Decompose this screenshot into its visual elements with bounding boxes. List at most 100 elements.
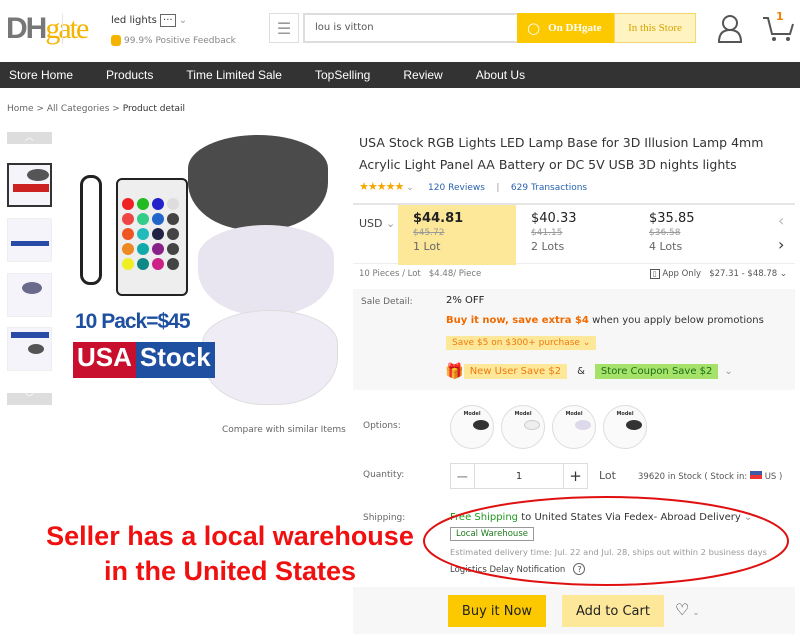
thumbnail-2[interactable] <box>7 218 52 262</box>
sale-detail-panel: Sale Detail: 2% OFF Buy it now, save ext… <box>353 289 795 390</box>
search-on-dhgate-button[interactable]: ○ On DHgate <box>517 13 614 43</box>
chat-icon[interactable]: ··· <box>160 14 176 27</box>
currency-select[interactable]: USD ⌄ <box>359 211 395 271</box>
search-icon: ○ <box>527 19 541 37</box>
user-icon[interactable] <box>716 13 744 43</box>
chevron-down-icon[interactable]: ⌄ <box>724 366 732 377</box>
coupons-row: 🎁 New User Save $2 & Store Coupon Save $… <box>445 362 733 380</box>
price-tier-1[interactable]: $44.81 $45.72 1 Lot <box>398 205 516 265</box>
option-label: Model <box>514 411 532 417</box>
option-2[interactable]: Model <box>501 405 545 449</box>
menu-button[interactable]: ☰ <box>269 13 299 43</box>
annotation-line-1: Seller has a local warehouse <box>46 521 414 551</box>
tier-original-price: $36.58 <box>649 228 681 238</box>
promo-pack-text: 10 Pack=$45 <box>75 310 191 333</box>
gift-icon: 🎁 <box>445 362 464 380</box>
breadcrumb-sep: > <box>36 104 44 114</box>
nav-time-limited-sale[interactable]: Time Limited Sale <box>186 68 282 82</box>
thumb-down-button[interactable]: ﹀ <box>7 393 52 405</box>
tier-price: $35.85 <box>649 211 695 226</box>
transactions-link[interactable]: Transactions <box>531 183 587 193</box>
discount-text: 2% OFF <box>446 295 485 306</box>
tier-price: $44.81 <box>413 211 464 226</box>
buy-now-button[interactable]: Buy it Now <box>448 595 546 627</box>
compare-link[interactable]: Compare with similar Items <box>222 425 346 435</box>
sale-detail-label: Sale Detail: <box>361 297 413 307</box>
pieces-per-lot: 10 Pieces / Lot <box>359 269 421 279</box>
chevron-left-icon[interactable]: ‹ <box>778 211 784 230</box>
currency-label: USD <box>359 217 383 230</box>
wishlist-heart-icon[interactable]: ♡ ⌄ <box>675 600 700 619</box>
chevron-right-icon[interactable]: › <box>778 235 784 254</box>
tier-original-price: $41.15 <box>531 228 563 238</box>
product-title: USA Stock RGB Lights LED Lamp Base for 3… <box>359 135 764 172</box>
main-product-image[interactable]: 10 Pack=$45 USA Stock <box>70 130 350 410</box>
breadcrumb-current: Product detail <box>122 104 186 114</box>
add-to-cart-button[interactable]: Add to Cart <box>562 595 664 627</box>
quantity-stepper: − 1 + <box>450 463 588 489</box>
nav-about-us[interactable]: About Us <box>476 68 525 82</box>
usa-text: USA <box>73 342 136 378</box>
price-tiers: USD ⌄ $44.81 $45.72 1 Lot $40.33 $41.15 2 Lo… <box>353 203 795 265</box>
reviews-link[interactable]: Reviews <box>448 183 485 193</box>
cart-count: 1 <box>776 10 784 23</box>
rating-row: ★★★★★ ⌄ 120 Reviews | 629 Transactions <box>359 180 587 193</box>
coupon-text: Save $5 on $300+ purchase <box>452 338 580 348</box>
transactions-count[interactable]: 629 <box>511 183 528 193</box>
option-4[interactable]: Model <box>603 405 647 449</box>
feedback-badge-icon <box>111 35 121 46</box>
decrement-button[interactable]: − <box>451 464 475 488</box>
coupon-chip[interactable]: Save $5 on $300+ purchase ⌄ <box>446 336 597 350</box>
annotation-line-2: in the United States <box>103 556 357 586</box>
reviews-count[interactable]: 120 <box>428 183 445 193</box>
remote-control <box>116 178 188 296</box>
stock-text: Stock <box>135 342 215 378</box>
price-tier-2[interactable]: $40.33 $41.15 2 Lots <box>531 205 641 265</box>
nav-products[interactable]: Products <box>106 68 153 82</box>
nav-store-home[interactable]: Store Home <box>9 68 73 82</box>
breadcrumb: Home > All Categories > Product detail <box>7 104 185 114</box>
usa-stock-banner: USA Stock <box>73 342 215 378</box>
divider <box>62 14 63 44</box>
breadcrumb-all-categories[interactable]: All Categories <box>47 104 110 114</box>
nav-topselling[interactable]: TopSelling <box>315 68 370 82</box>
on-dhgate-label: On DHgate <box>548 22 602 34</box>
phone-icon: ▯ <box>649 269 660 279</box>
promo-text: when you apply below promotions <box>592 315 764 326</box>
option-3[interactable]: Model <box>552 405 596 449</box>
separator: | <box>496 183 500 193</box>
thumbnail-1[interactable] <box>7 163 52 207</box>
annotation-ellipse <box>423 496 789 586</box>
chevron-down-icon[interactable]: ⌄ <box>179 15 187 26</box>
store-name[interactable]: led lights ··· ⌄ <box>111 14 187 27</box>
ampersand: & <box>577 365 585 377</box>
search-input[interactable]: lou is vitton <box>303 13 518 43</box>
rating-stars-icon[interactable]: ★★★★★ <box>359 180 404 193</box>
buy-now-save-text: Buy it now, save extra $4 <box>446 315 589 326</box>
thumbnail-3[interactable] <box>7 273 52 317</box>
quantity-input[interactable]: 1 <box>475 464 563 488</box>
thumb-up-button[interactable]: ︿ <box>7 132 52 144</box>
increment-button[interactable]: + <box>563 464 587 488</box>
store-nav: Store Home Products Time Limited Sale To… <box>0 62 800 88</box>
app-only-price[interactable]: ▯ App Only $27.31 - $48.78 ⌄ <box>649 269 787 279</box>
breadcrumb-home[interactable]: Home <box>7 104 34 114</box>
options-label: Options: <box>363 421 401 431</box>
tier-original-price: $45.72 <box>413 228 445 238</box>
option-label: Model <box>565 411 583 417</box>
new-user-coupon[interactable]: New User Save $2 <box>463 363 568 379</box>
lot-info: 10 Pieces / Lot $4.48/ Piece ▯ App Only … <box>359 269 791 279</box>
tier-qty: 4 Lots <box>649 240 683 253</box>
us-flag-icon <box>749 471 762 479</box>
thumbnail-4[interactable] <box>7 327 52 371</box>
stock-info: 39620 in Stock ( Stock in: US ) <box>638 471 782 482</box>
option-1[interactable]: Model <box>450 405 494 449</box>
price-tier-3[interactable]: $35.85 $36.58 4 Lots <box>649 205 759 265</box>
store-coupon[interactable]: Store Coupon Save $2 <box>594 363 719 379</box>
search-in-store-button[interactable]: In this Store <box>614 13 696 43</box>
nav-review[interactable]: Review <box>403 68 442 82</box>
price-per-piece: $4.48/ Piece <box>428 269 482 279</box>
chevron-down-icon[interactable]: ⌄ <box>406 183 414 193</box>
dhgate-logo[interactable]: DHgate <box>6 12 89 46</box>
tier-qty: 2 Lots <box>531 240 565 253</box>
